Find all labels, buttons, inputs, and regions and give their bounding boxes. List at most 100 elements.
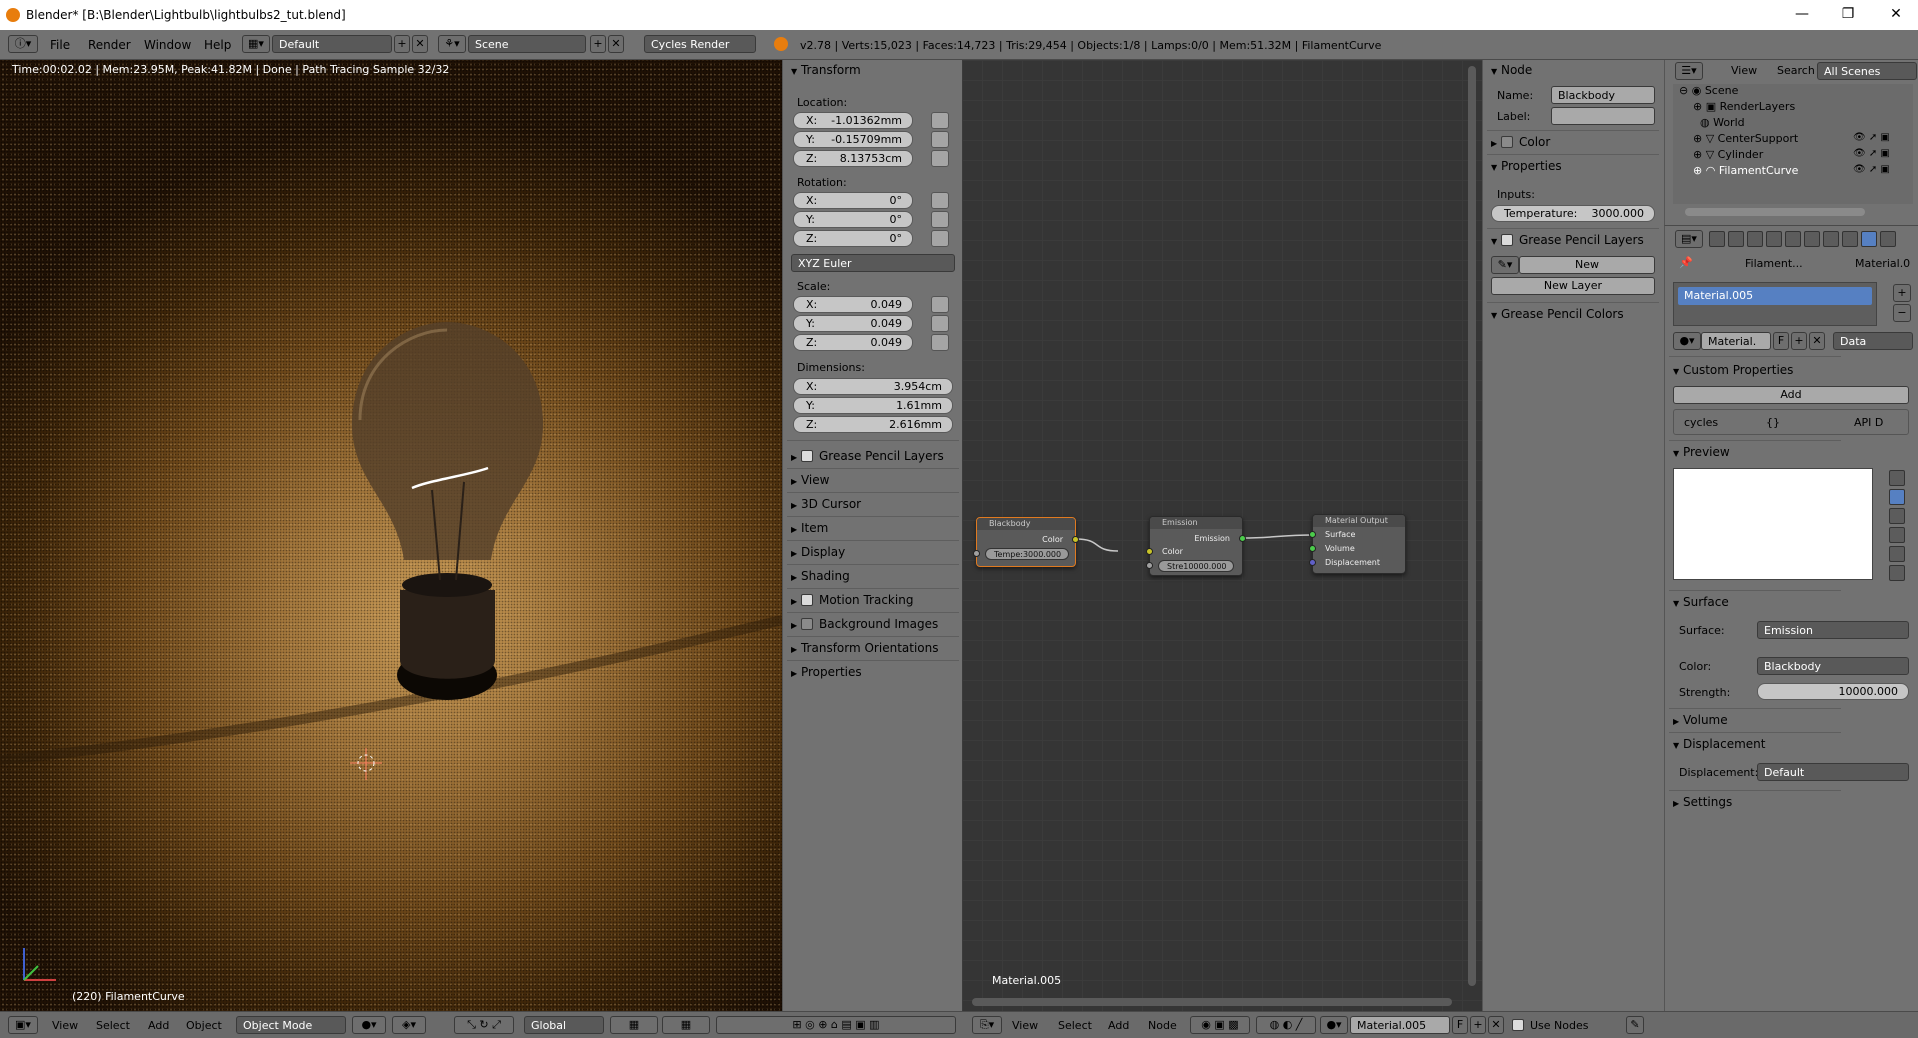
checkbox-icon[interactable]	[800, 594, 813, 606]
editor-type-info-icon[interactable]: ⓘ▾	[8, 35, 38, 53]
emission-node[interactable]: Emission Emission Color Stre10000.000	[1146, 516, 1246, 576]
new-material-icon[interactable]: +	[1470, 1016, 1486, 1034]
node-menu-node[interactable]: Node	[1148, 1019, 1177, 1032]
world-tab-icon[interactable]	[1766, 231, 1782, 247]
close-button[interactable]: ✕	[1886, 6, 1906, 24]
properties-editor-icon[interactable]: ▤▾	[1675, 230, 1703, 248]
shading-mode-icon[interactable]: ●▾	[352, 1016, 386, 1034]
temperature-field[interactable]: Tempe:3000.000	[985, 548, 1069, 560]
node-menu-select[interactable]: Select	[1058, 1019, 1092, 1032]
remove-scene-icon[interactable]: ✕	[608, 35, 624, 53]
menu-render[interactable]: Render	[88, 38, 131, 52]
rotation-x-field[interactable]: X: 0°	[793, 192, 913, 209]
surface-header[interactable]: Surface	[1665, 592, 1845, 612]
maximize-button[interactable]: ❐	[1838, 6, 1858, 24]
menu-window[interactable]: Window	[144, 38, 191, 52]
horizontal-scrollbar[interactable]	[972, 998, 1452, 1006]
color-panel-header[interactable]: Color	[1483, 132, 1663, 152]
manipulator-icons[interactable]: ⤡ ↻ ⤢	[454, 1016, 514, 1034]
outliner-item-centersupport[interactable]: ⊕ ▽ CenterSupport	[1693, 132, 1798, 145]
outliner-item-world[interactable]: ◍ World	[1693, 116, 1745, 129]
dimensions-x-field[interactable]: X: 3.954cm	[793, 378, 953, 395]
rotation-z-field[interactable]: Z: 0°	[793, 230, 913, 247]
eye-icon[interactable]: 👁 ➚ ▣	[1853, 164, 1890, 175]
panel-transform-orientations[interactable]: Transform Orientations	[783, 638, 963, 658]
remove-layout-icon[interactable]: ✕	[412, 35, 428, 53]
checkbox-icon[interactable]	[1500, 136, 1513, 148]
panel-background-images[interactable]: Background Images	[783, 614, 963, 634]
3d-viewport[interactable]: Time:00:02.02 | Mem:23.95M, Peak:41.82M …	[0, 60, 782, 1011]
scale-y-field[interactable]: Y: 0.049	[793, 315, 913, 332]
sphere-preview-icon[interactable]	[1889, 489, 1905, 505]
render-engine-select[interactable]: Cycles Render	[644, 35, 756, 53]
lock-icon[interactable]	[931, 112, 949, 129]
lock-icon[interactable]	[931, 230, 949, 247]
input-socket[interactable]	[1146, 562, 1153, 569]
outliner-item-filamentcurve[interactable]: ⊕ ◠ FilamentCurve	[1693, 164, 1798, 177]
surface-socket[interactable]	[1309, 531, 1316, 538]
orientation-select[interactable]: Global	[524, 1016, 604, 1034]
rotation-y-field[interactable]: Y: 0°	[793, 211, 913, 228]
checkbox-icon[interactable]	[800, 450, 813, 462]
flat-preview-icon[interactable]	[1889, 470, 1905, 486]
menu-file[interactable]: File	[50, 38, 70, 52]
pin-icon[interactable]: ✎	[1626, 1016, 1644, 1034]
lock-icon[interactable]	[931, 150, 949, 167]
unlink-material-icon[interactable]: ✕	[1809, 332, 1825, 350]
node-material-field[interactable]: Material.005	[1350, 1016, 1450, 1034]
volume-socket[interactable]	[1309, 545, 1316, 552]
material-browse-icon[interactable]: ●▾	[1320, 1016, 1348, 1034]
modifiers-tab-icon[interactable]	[1823, 231, 1839, 247]
shader-output-socket[interactable]	[1239, 535, 1246, 542]
viewport-menu-add[interactable]: Add	[148, 1019, 169, 1032]
node-name-field[interactable]: Blackbody	[1551, 86, 1655, 104]
scene-tab-icon[interactable]	[1747, 231, 1763, 247]
menu-help[interactable]: Help	[204, 38, 231, 52]
volume-header[interactable]: Volume	[1665, 710, 1845, 730]
surface-shader-select[interactable]: Emission	[1757, 621, 1909, 639]
add-scene-icon[interactable]: +	[590, 35, 606, 53]
fake-user-button[interactable]: F	[1452, 1016, 1468, 1034]
node-editor-icon[interactable]: ⎘▾	[972, 1016, 1002, 1034]
constraints-tab-icon[interactable]	[1804, 231, 1820, 247]
panel-display[interactable]: Display	[783, 542, 963, 562]
new-layer-button[interactable]: New Layer	[1491, 277, 1655, 295]
location-y-field[interactable]: Y: -0.15709mm	[793, 131, 913, 148]
material-slot-item[interactable]: Material.005	[1678, 287, 1872, 305]
viewport-menu-view[interactable]: View	[52, 1019, 78, 1032]
grease-pencil-colors-header[interactable]: Grease Pencil Colors	[1483, 304, 1663, 324]
mode-select[interactable]: Object Mode	[236, 1016, 346, 1034]
grease-pencil-layers-header[interactable]: Grease Pencil Layers	[1483, 230, 1663, 250]
checkbox-icon[interactable]	[1512, 1019, 1524, 1031]
transform-header[interactable]: Transform	[783, 60, 963, 80]
monkey-preview-icon[interactable]	[1889, 527, 1905, 543]
strength-field[interactable]: 10000.000	[1757, 683, 1909, 700]
new-material-icon[interactable]: +	[1791, 332, 1807, 350]
fake-user-button[interactable]: F	[1773, 332, 1789, 350]
new-grease-pencil-button[interactable]: New	[1519, 256, 1655, 274]
pencil-icon[interactable]: ✎▾	[1491, 256, 1519, 274]
panel-view[interactable]: View	[783, 470, 963, 490]
outliner-item-cylinder[interactable]: ⊕ ▽ Cylinder	[1693, 148, 1763, 161]
outliner-menu-search[interactable]: Search	[1777, 64, 1815, 77]
temperature-input[interactable]: Temperature: 3000.000	[1491, 205, 1655, 222]
scene-field[interactable]: Scene	[468, 35, 586, 53]
material-tab-icon[interactable]	[1861, 231, 1877, 247]
material-output-node[interactable]: Material Output Surface Volume Displacem…	[1309, 514, 1406, 574]
strength-field[interactable]: Stre10000.000	[1158, 560, 1234, 572]
outliner-filter-select[interactable]: All Scenes	[1817, 62, 1917, 80]
location-x-field[interactable]: X: -1.01362mm	[793, 112, 913, 129]
sky-preview-icon[interactable]	[1889, 565, 1905, 581]
custom-properties-header[interactable]: Custom Properties	[1665, 360, 1845, 380]
unlink-material-icon[interactable]: ✕	[1488, 1016, 1504, 1034]
layers-tab-icon[interactable]	[1728, 231, 1744, 247]
minimize-button[interactable]: —	[1792, 6, 1812, 24]
lock-icon[interactable]	[931, 192, 949, 209]
node-tree-type-icons[interactable]: ◉ ▣ ▩	[1190, 1016, 1250, 1034]
color-input-socket[interactable]	[1146, 548, 1153, 555]
displacement-header[interactable]: Displacement	[1665, 734, 1845, 754]
viewport-menu-object[interactable]: Object	[186, 1019, 222, 1032]
blackbody-node[interactable]: Blackbody Color Tempe:3000.000	[973, 517, 1079, 567]
breadcrumb-material[interactable]: Material.0	[1855, 257, 1910, 270]
checkbox-icon[interactable]	[800, 618, 813, 630]
